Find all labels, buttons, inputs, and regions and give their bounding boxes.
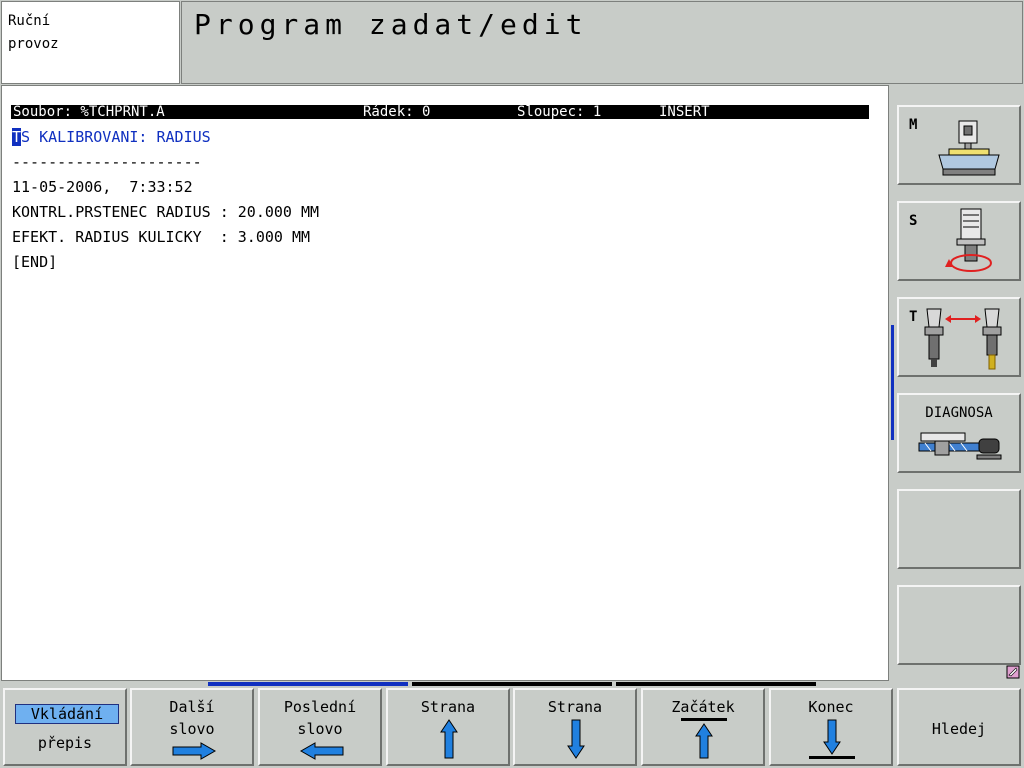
- softkey-find[interactable]: Hledej: [897, 688, 1021, 766]
- arrow-right-icon: [172, 742, 217, 760]
- tool-change-icon: [924, 308, 1002, 370]
- softkey-page-indicator-3: [616, 682, 816, 686]
- arrow-up-icon: [440, 719, 458, 759]
- softkey-scroll-indicator: [891, 325, 894, 440]
- program-editor[interactable]: Soubor: %TCHPRNT.A Řádek: 0 Sloupec: 1 I…: [1, 85, 889, 681]
- softkey-switch-icon[interactable]: [1006, 665, 1020, 679]
- page-title: Program zadat/edit: [194, 8, 588, 41]
- status-mode: INSERT: [659, 104, 710, 120]
- mode-line-2: provoz: [8, 36, 59, 52]
- softkey-empty-6: [897, 585, 1021, 665]
- diagnosis-icon: [918, 432, 1002, 460]
- status-row: Řádek: 0: [363, 104, 431, 120]
- status-file: Soubor: %TCHPRNT.A: [13, 104, 165, 120]
- softkey-tool-t[interactable]: T: [897, 297, 1021, 377]
- operating-mode-panel: Ruční provoz: [1, 1, 180, 84]
- machine-icon: [938, 120, 1000, 176]
- arrow-down-icon: [567, 719, 585, 759]
- softkey-spindle-s[interactable]: S: [897, 201, 1021, 281]
- arrow-to-top-icon: [681, 718, 727, 759]
- insert-mode-indicator: Vkládání: [15, 704, 119, 724]
- editor-line-2[interactable]: ---------------------: [12, 153, 202, 171]
- softkey-page-indicator-1: [208, 682, 408, 686]
- title-panel: Program zadat/edit: [181, 1, 1023, 84]
- mode-line-1: Ruční: [8, 13, 51, 29]
- text-cursor: T: [12, 128, 22, 146]
- editor-line-3[interactable]: 11-05-2006, 7:33:52: [12, 178, 193, 196]
- editor-status-bar: Soubor: %TCHPRNT.A Řádek: 0 Sloupec: 1 I…: [11, 105, 869, 119]
- softkey-last-word[interactable]: Poslední slovo: [258, 688, 382, 766]
- softkey-machine-m[interactable]: M: [897, 105, 1021, 185]
- softkey-diagnosa[interactable]: DIAGNOSA: [897, 393, 1021, 473]
- softkey-next-word[interactable]: Další slovo: [130, 688, 254, 766]
- arrow-left-icon: [299, 742, 344, 760]
- editor-line-1[interactable]: TS KALIBROVANI: RADIUS: [12, 128, 211, 146]
- editor-line-5[interactable]: EFEKT. RADIUS KULICKY : 3.000 MM: [12, 228, 310, 246]
- status-column: Sloupec: 1: [517, 104, 602, 120]
- softkey-empty-5: [897, 489, 1021, 569]
- softkey-end[interactable]: Konec: [769, 688, 893, 766]
- softkey-page-indicator-2: [412, 682, 612, 686]
- softkey-insert-overwrite[interactable]: Vkládání přepis: [3, 688, 127, 766]
- editor-line-4[interactable]: KONTRL.PRSTENEC RADIUS : 20.000 MM: [12, 203, 319, 221]
- overwrite-label: přepis: [37, 734, 93, 752]
- arrow-to-bottom-icon: [809, 719, 855, 759]
- softkey-begin[interactable]: Začátek: [641, 688, 765, 766]
- softkey-page-down[interactable]: Strana: [513, 688, 637, 766]
- spindle-icon: [945, 208, 992, 272]
- editor-line-6[interactable]: [END]: [12, 253, 57, 271]
- softkey-page-up[interactable]: Strana: [386, 688, 510, 766]
